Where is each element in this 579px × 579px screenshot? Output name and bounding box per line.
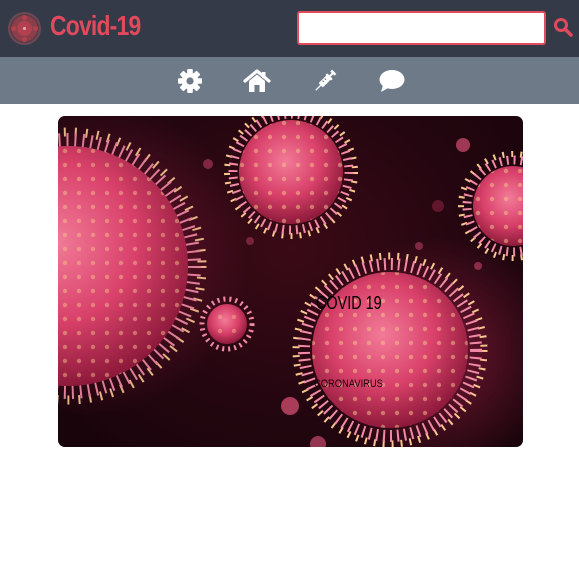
nav-home[interactable] [243,67,271,95]
search-button[interactable] [553,17,573,37]
coronavirus-illustration [58,116,523,447]
home-icon [243,69,271,92]
gear-icon [178,69,202,93]
chat-bubble-icon [379,70,405,92]
hero-title: COVID 19 [316,293,382,313]
icon-nav-bar [0,57,579,104]
virus-logo-icon [8,12,41,45]
hero-subtitle: CORONAVIRUS [314,378,383,390]
search-icon [554,18,573,37]
top-bar: Covid-19 [0,0,579,57]
nav-vaccine[interactable] [311,67,339,95]
nav-chat[interactable] [378,67,406,95]
search-input[interactable] [297,11,546,45]
hero-banner: COVID 19 CORONAVIRUS [58,116,523,447]
syringe-icon [315,69,337,91]
brand-title: Covid-19 [50,10,141,41]
nav-settings[interactable] [176,67,204,95]
